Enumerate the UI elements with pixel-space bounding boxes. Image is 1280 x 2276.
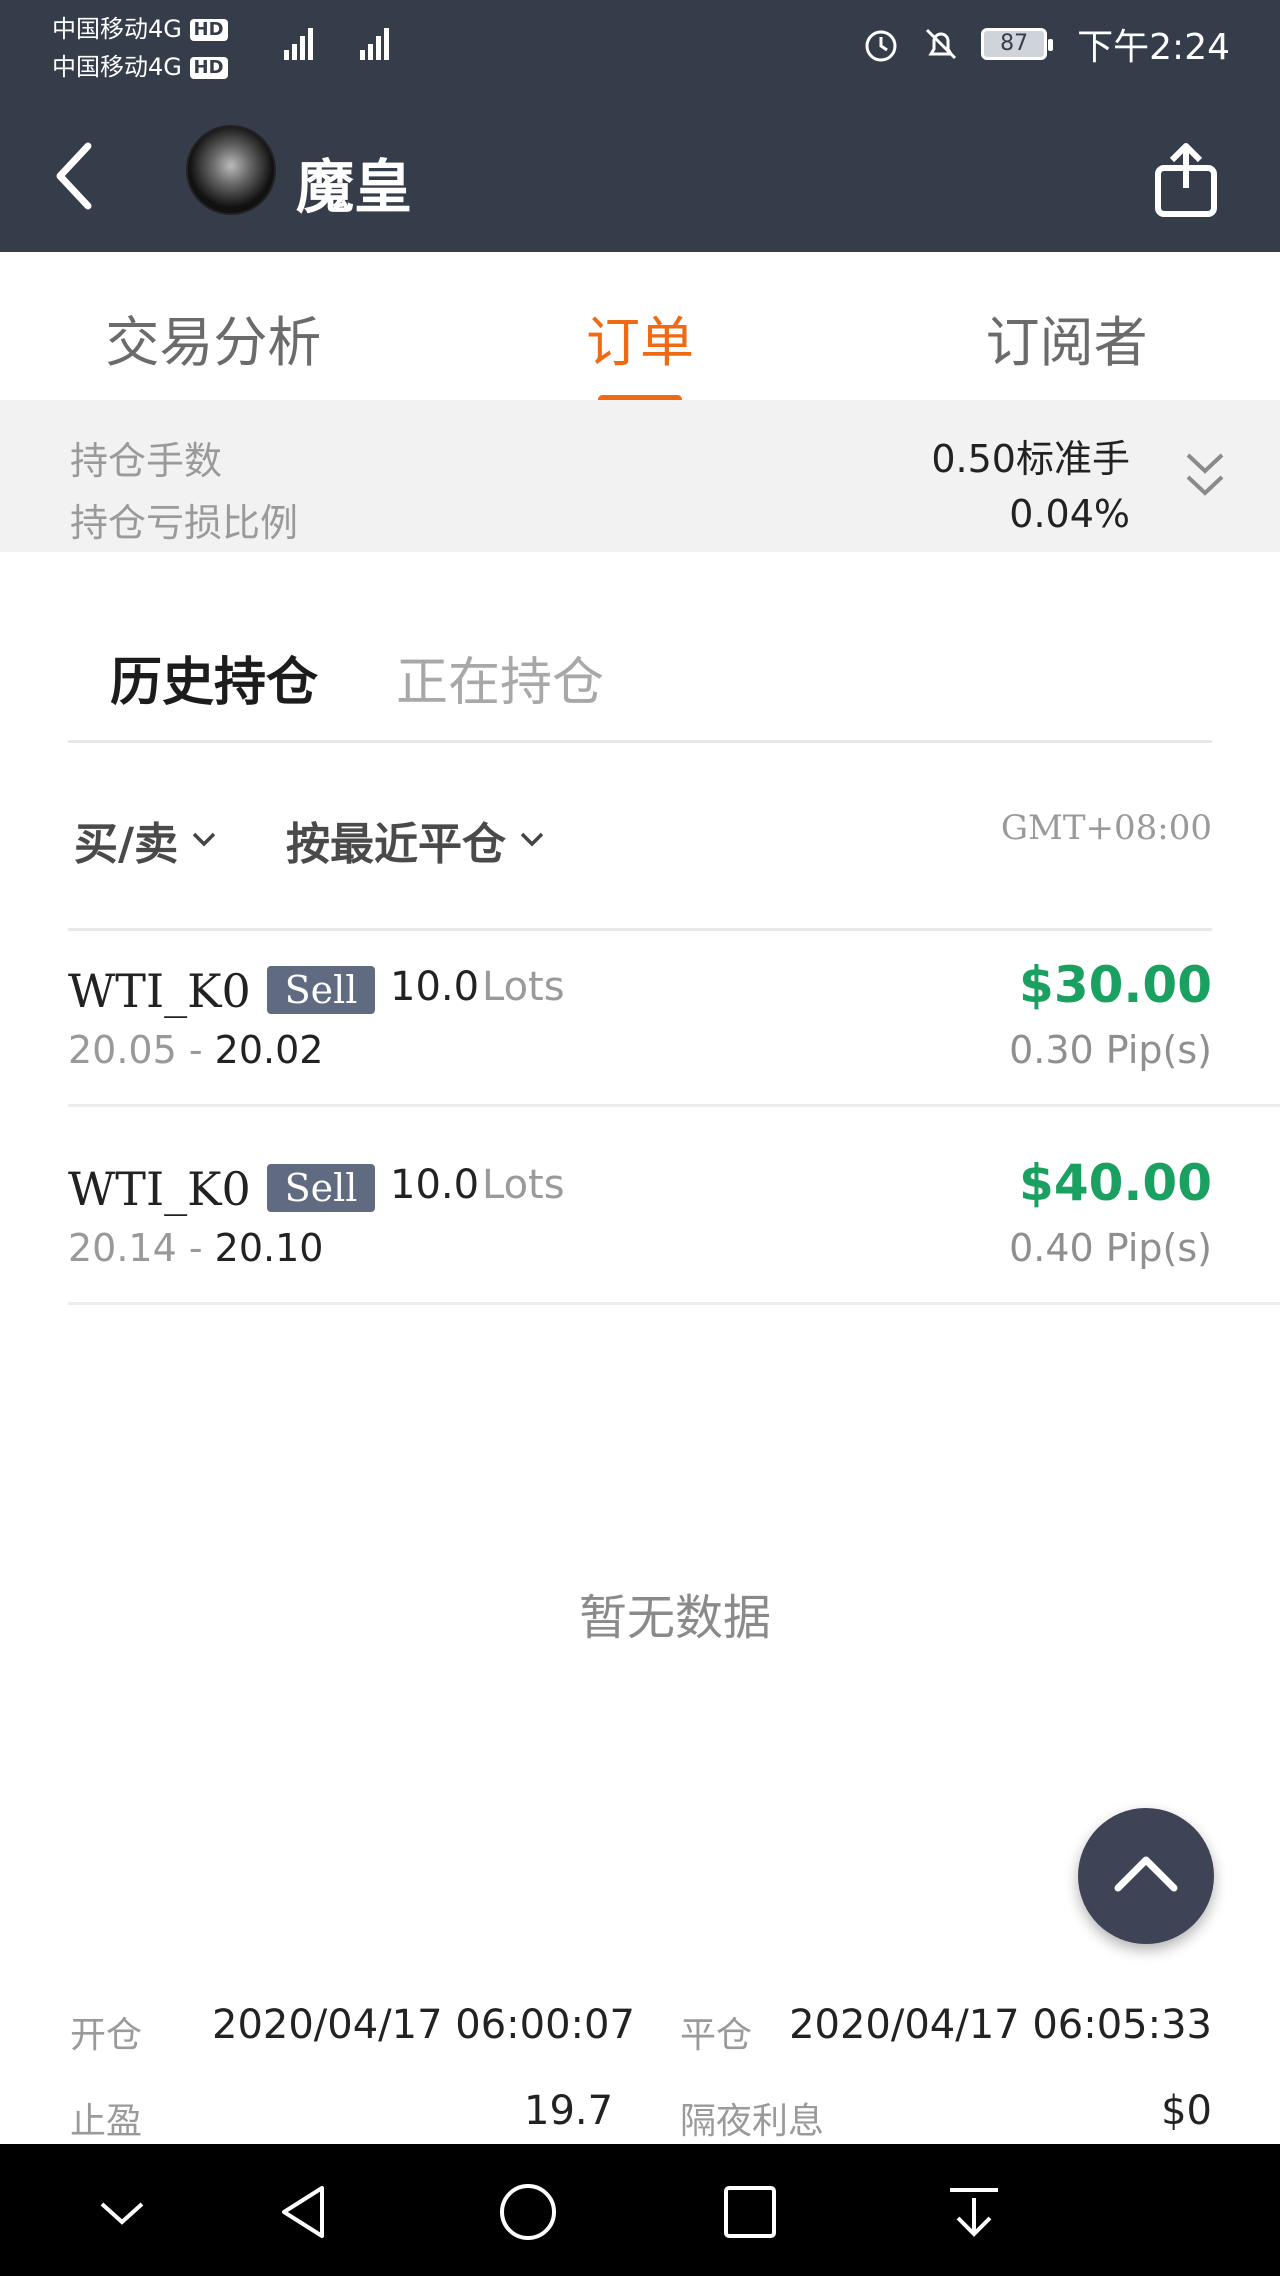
- status-bar: 中国移动4G HD 中国移动4G HD 87 下午2:24: [0, 0, 1280, 90]
- tab-history-positions[interactable]: 历史持仓: [110, 640, 318, 715]
- app-bar: 魔皇: [0, 100, 1280, 252]
- order-profit: $40.00: [1019, 1154, 1212, 1212]
- double-chevron-down-icon[interactable]: [1180, 445, 1230, 505]
- empty-state-text: 暂无数据: [578, 1590, 771, 1646]
- scroll-top-button[interactable]: [1078, 1808, 1214, 1944]
- divider: [68, 928, 1212, 931]
- chevron-down-icon: [520, 832, 544, 847]
- close-price: 20.10: [214, 1226, 324, 1270]
- order-pips: 0.30 Pip(s): [1009, 1028, 1212, 1072]
- tab-trade-analysis[interactable]: 交易分析: [0, 268, 427, 398]
- row-divider: [68, 1104, 1280, 1107]
- lots-unit: Lots: [482, 1162, 565, 1208]
- swap-label: 隔夜利息: [680, 2101, 825, 2142]
- tab-label: 交易分析: [105, 311, 322, 374]
- back-triangle-icon[interactable]: [272, 2180, 336, 2244]
- close-time-label: 平仓: [680, 2015, 753, 2056]
- side-filter-label: 买/卖: [74, 819, 179, 870]
- lots-label: 持仓手数: [70, 439, 223, 483]
- position-summary: 持仓手数 0.50标准手 持仓亏损比例 0.04%: [0, 400, 1280, 552]
- system-nav-bar: [0, 2144, 1280, 2276]
- notification-pull-icon[interactable]: [942, 2180, 1006, 2244]
- close-price: 20.02: [214, 1028, 324, 1072]
- open-price: 20.05: [68, 1028, 177, 1072]
- order-profit: $30.00: [1019, 956, 1212, 1014]
- alarm-icon: [865, 30, 897, 62]
- order-prices: 20.14 - 20.10: [68, 1226, 323, 1270]
- carrier-2-label: 中国移动4G: [52, 53, 182, 81]
- back-arrow-icon[interactable]: [48, 136, 104, 216]
- tab-label: 订阅者: [985, 311, 1148, 374]
- tab-orders[interactable]: 订单: [427, 268, 854, 404]
- order-lots: 10.0: [390, 1162, 480, 1208]
- open-price: 20.14: [68, 1226, 177, 1270]
- side-badge: Sell: [267, 966, 375, 1014]
- order-prices: 20.05 - 20.02: [68, 1028, 323, 1072]
- main-tabs: 交易分析 订单 订阅者: [0, 268, 1280, 404]
- close-time-value: 2020/04/17 06:05:33: [789, 2002, 1212, 2048]
- side-filter[interactable]: 买/卖: [74, 808, 218, 872]
- order-symbol: WTI_K0: [68, 964, 251, 1018]
- clock: 下午2:24: [1077, 27, 1230, 68]
- take-profit-label: 止盈: [70, 2101, 143, 2142]
- battery-indicator: 87: [981, 28, 1054, 60]
- tab-open-positions[interactable]: 正在持仓: [396, 640, 604, 715]
- divider: [68, 740, 1212, 743]
- top-header: 中国移动4G HD 中国移动4G HD 87 下午2:24 魔皇: [0, 0, 1280, 252]
- price-separator: -: [176, 1226, 215, 1270]
- position-subtabs: 历史持仓 正在持仓: [0, 620, 1280, 740]
- recents-square-icon[interactable]: [718, 2180, 782, 2244]
- sort-filter-label: 按最近平仓: [286, 819, 506, 870]
- avatar[interactable]: [186, 125, 276, 215]
- loss-ratio-value: 0.04%: [1009, 492, 1130, 536]
- open-time-value: 2020/04/17 06:00:07: [212, 2002, 635, 2048]
- lots-value: 0.50标准手: [931, 437, 1130, 481]
- lots-unit: Lots: [482, 964, 565, 1010]
- status-right: 87 下午2:24: [861, 18, 1230, 70]
- order-row[interactable]: WTI_K0 Sell 10.0 Lots 20.14 - 20.10 $40.…: [0, 1132, 1280, 1328]
- price-separator: -: [176, 1028, 215, 1072]
- carrier-1-label: 中国移动4G: [52, 15, 182, 43]
- carrier-info: 中国移动4G HD 中国移动4G HD: [52, 10, 228, 86]
- mute-bell-icon: [926, 28, 957, 60]
- swap-value: $0: [1161, 2088, 1212, 2134]
- home-circle-icon[interactable]: [496, 2180, 560, 2244]
- tab-label: 订单: [586, 311, 694, 374]
- filter-row: 买/卖 按最近平仓 GMT+08:00: [0, 800, 1280, 880]
- hd-badge-1: HD: [189, 19, 228, 41]
- order-row[interactable]: WTI_K0 Sell 10.0 Lots 20.05 - 20.02 $30.…: [0, 934, 1280, 1130]
- order-symbol: WTI_K0: [68, 1162, 251, 1216]
- share-icon[interactable]: [1150, 142, 1222, 218]
- page-title: 魔皇: [296, 153, 413, 221]
- side-badge: Sell: [267, 1164, 375, 1212]
- order-lots: 10.0: [390, 964, 480, 1010]
- tab-subscribers[interactable]: 订阅者: [853, 268, 1280, 398]
- signal-icon: [284, 28, 389, 60]
- loss-ratio-label: 持仓亏损比例: [70, 501, 299, 545]
- collapse-chevron-icon[interactable]: [90, 2180, 154, 2244]
- timezone-label: GMT+08:00: [1000, 808, 1212, 848]
- chevron-up-icon: [1114, 1856, 1178, 1892]
- order-pips: 0.40 Pip(s): [1009, 1226, 1212, 1270]
- take-profit-value: 19.7: [524, 2088, 614, 2134]
- row-divider: [68, 1302, 1280, 1305]
- chevron-down-icon: [192, 832, 216, 847]
- open-time-label: 开仓: [70, 2015, 143, 2056]
- hd-badge-2: HD: [189, 57, 228, 79]
- sort-filter[interactable]: 按最近平仓: [286, 808, 546, 872]
